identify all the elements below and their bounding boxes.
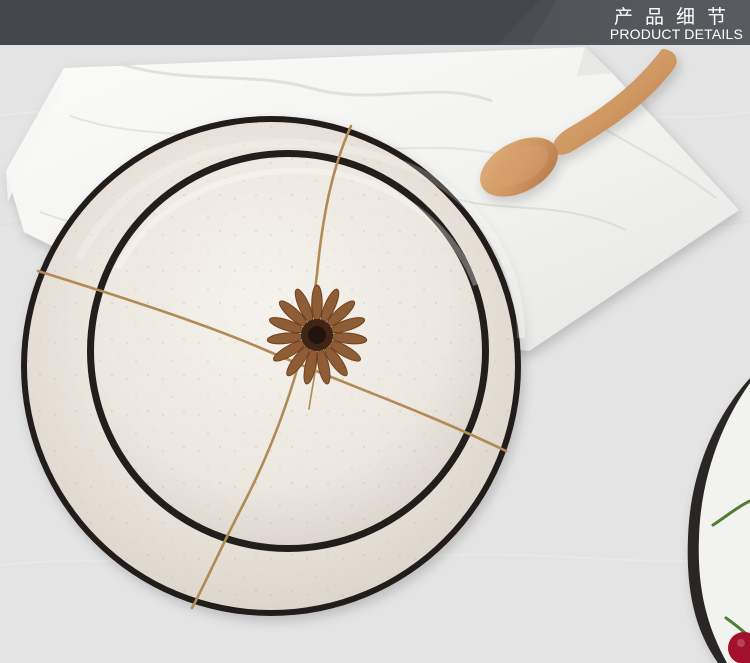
product-photo [0,45,750,663]
section-header: 产品细节 PRODUCT DETAILS [0,0,750,45]
section-title-chinese: 产品细节 [613,6,738,28]
product-photo-illustration [0,45,750,663]
product-detail-page: 产品细节 PRODUCT DETAILS [0,0,750,663]
section-title-english: PRODUCT DETAILS [609,26,743,42]
header-left-band [0,0,540,45]
